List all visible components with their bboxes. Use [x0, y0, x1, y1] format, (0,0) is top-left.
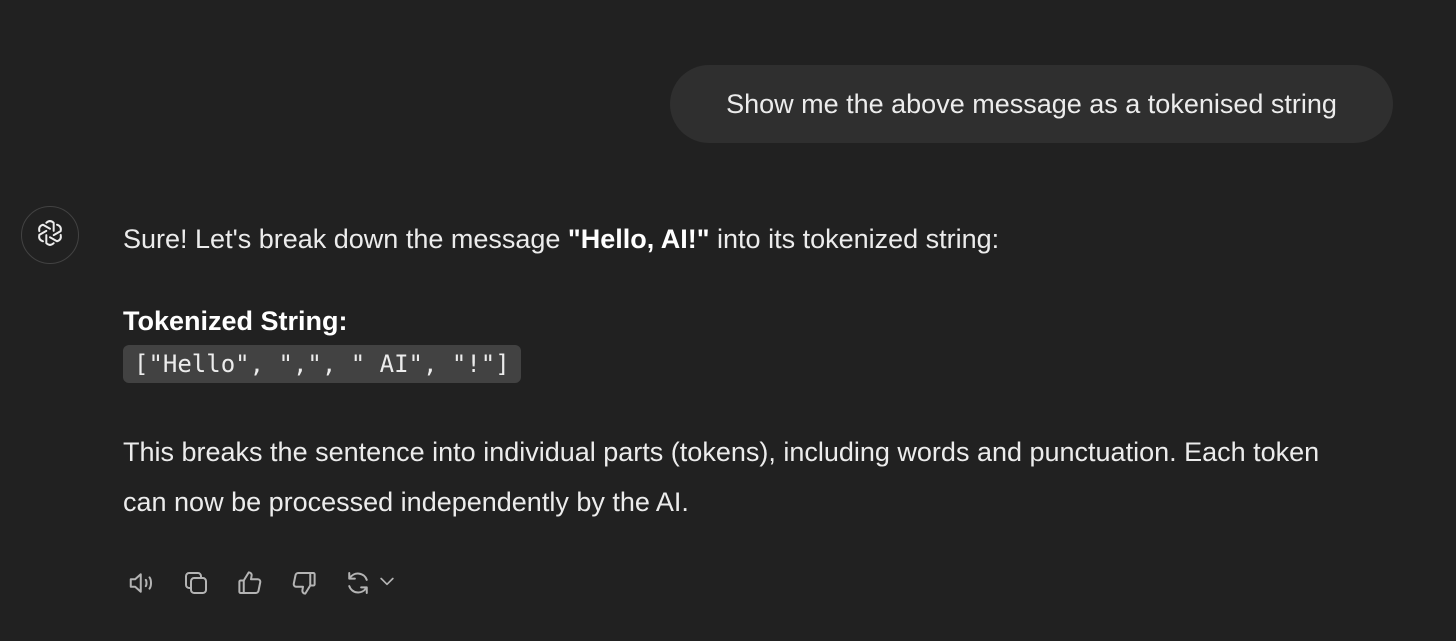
regenerate-button[interactable]: [341, 566, 375, 600]
speaker-icon: [127, 568, 157, 598]
good-response-button[interactable]: [233, 566, 267, 600]
copy-icon: [181, 568, 211, 598]
assistant-avatar: [21, 206, 79, 264]
assistant-intro-line: Sure! Let's break down the message "Hell…: [123, 215, 1363, 263]
user-message-bubble: Show me the above message as a tokenised…: [670, 65, 1393, 143]
intro-text-before: Sure! Let's break down the message: [123, 224, 568, 254]
read-aloud-button[interactable]: [125, 566, 159, 600]
assistant-message: Sure! Let's break down the message "Hell…: [123, 215, 1363, 527]
openai-logo-icon: [33, 216, 67, 255]
bad-response-button[interactable]: [287, 566, 321, 600]
intro-text-after: into its tokenized string:: [709, 224, 1000, 254]
thumbs-up-icon: [235, 568, 265, 598]
copy-button[interactable]: [179, 566, 213, 600]
inline-code-tokens: ["Hello", ",", " AI", "!"]: [123, 345, 521, 383]
regenerate-menu-button[interactable]: [341, 566, 397, 600]
regenerate-icon: [343, 568, 373, 598]
user-message-text: Show me the above message as a tokenised…: [726, 88, 1337, 119]
thumbs-down-icon: [289, 568, 319, 598]
chevron-down-icon[interactable]: [377, 571, 397, 596]
message-actions-bar: [125, 566, 397, 600]
tokenized-string-heading: Tokenized String:: [123, 306, 348, 336]
intro-bold-message: "Hello, AI!": [567, 224, 710, 254]
explanation-paragraph: This breaks the sentence into individual…: [123, 437, 1320, 517]
